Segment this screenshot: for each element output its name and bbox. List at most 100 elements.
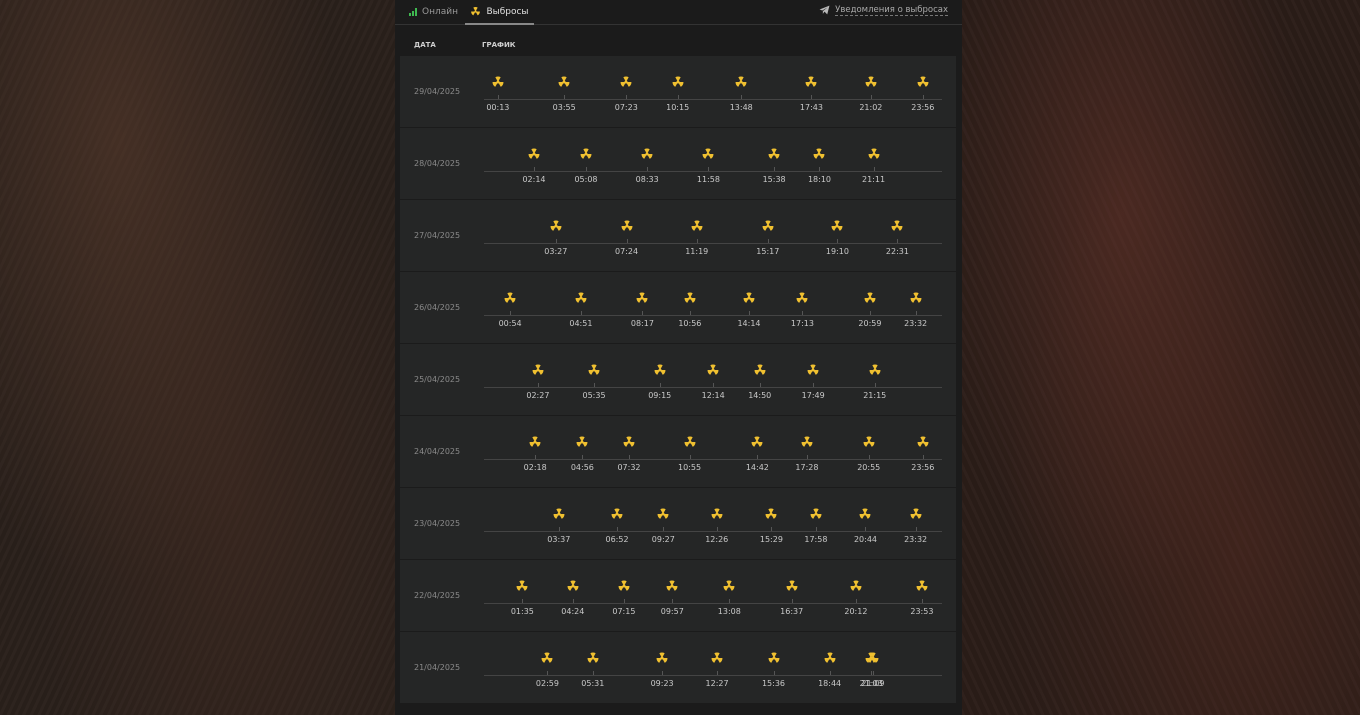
radiation-icon[interactable]	[753, 362, 767, 376]
radiation-icon[interactable]	[722, 578, 736, 592]
radiation-icon[interactable]	[909, 290, 923, 304]
notify-emissions-link[interactable]: Уведомления о выбросах	[819, 0, 948, 20]
radiation-icon[interactable]	[809, 506, 823, 520]
emission-time: 04:24	[561, 607, 585, 616]
emission-time: 04:56	[570, 463, 594, 472]
radiation-icon[interactable]	[586, 650, 600, 664]
radiation-icon[interactable]	[812, 146, 826, 160]
radiation-icon[interactable]	[849, 578, 863, 592]
radiation-icon[interactable]	[785, 578, 799, 592]
emission-time: 14:14	[737, 319, 761, 328]
radiation-icon[interactable]	[864, 650, 878, 664]
radiation-icon[interactable]	[916, 74, 930, 88]
radiation-icon[interactable]	[620, 218, 634, 232]
timeline-tick	[689, 311, 691, 315]
emission-time: 05:08	[574, 175, 598, 184]
radiation-icon[interactable]	[701, 146, 715, 160]
radiation-icon[interactable]	[767, 146, 781, 160]
radiation-icon[interactable]	[587, 362, 601, 376]
radiation-icon[interactable]	[916, 434, 930, 448]
radiation-icon[interactable]	[867, 146, 881, 160]
radiation-icon[interactable]	[531, 362, 545, 376]
radiation-icon[interactable]	[767, 650, 781, 664]
radiation-icon[interactable]	[665, 578, 679, 592]
radiation-icon[interactable]	[800, 434, 814, 448]
radiation-icon[interactable]	[909, 506, 923, 520]
radiation-icon[interactable]	[868, 362, 882, 376]
tab-online[interactable]: Онлайн	[409, 0, 458, 24]
timeline-tick	[922, 455, 924, 459]
tab-emissions[interactable]: Выбросы	[465, 0, 534, 25]
radiation-icon[interactable]	[862, 434, 876, 448]
emission-time: 17:13	[790, 319, 814, 328]
radiation-icon[interactable]	[761, 218, 775, 232]
radiation-icon[interactable]	[528, 434, 542, 448]
radiation-icon[interactable]	[706, 362, 720, 376]
radiation-icon[interactable]	[579, 146, 593, 160]
radiation-icon[interactable]	[690, 218, 704, 232]
radiation-icon[interactable]	[890, 218, 904, 232]
radiation-icon[interactable]	[915, 578, 929, 592]
radiation-icon[interactable]	[671, 74, 685, 88]
radiation-icon[interactable]	[823, 650, 837, 664]
emission-time: 23:56	[911, 463, 935, 472]
timeline-tick	[677, 95, 679, 99]
timeline-tick	[535, 455, 537, 459]
emission-time: 02:14	[522, 175, 546, 184]
timeline-tick	[897, 239, 899, 243]
radiation-icon[interactable]	[863, 290, 877, 304]
radiation-icon[interactable]	[804, 74, 818, 88]
radiation-icon[interactable]	[806, 362, 820, 376]
radiation-icon[interactable]	[710, 650, 724, 664]
timeline-tick	[642, 311, 644, 315]
radiation-icon[interactable]	[574, 290, 588, 304]
radiation-icon[interactable]	[683, 434, 697, 448]
radiation-icon[interactable]	[549, 218, 563, 232]
emission-time: 02:18	[523, 463, 547, 472]
radiation-icon[interactable]	[540, 650, 554, 664]
emission-time: 20:12	[844, 607, 868, 616]
timeline-tick	[696, 239, 698, 243]
radiation-icon[interactable]	[515, 578, 529, 592]
timeline-tick	[713, 383, 715, 387]
radiation-icon[interactable]	[635, 290, 649, 304]
radiation-icon[interactable]	[764, 506, 778, 520]
timeline-tick	[865, 527, 867, 531]
radiation-icon[interactable]	[566, 578, 580, 592]
radiation-icon[interactable]	[557, 74, 571, 88]
timeline-tick	[771, 527, 773, 531]
radiation-icon[interactable]	[503, 290, 517, 304]
timeline-tick	[672, 599, 674, 603]
timeline-track	[484, 531, 942, 532]
radiation-icon[interactable]	[619, 74, 633, 88]
radiation-icon[interactable]	[795, 290, 809, 304]
radiation-icon[interactable]	[640, 146, 654, 160]
radiation-icon[interactable]	[610, 506, 624, 520]
radiation-icon[interactable]	[734, 74, 748, 88]
radiation-icon[interactable]	[575, 434, 589, 448]
emission-time: 21:11	[862, 175, 886, 184]
timeline-tick	[869, 311, 871, 315]
radiation-icon[interactable]	[864, 74, 878, 88]
emissions-panel: Онлайн Выбросы Уведомления о выбросах ДА…	[395, 0, 962, 715]
emission-day-row: 21/04/2025 02:59 05:31 09:23 12:27 15:36 18:44…	[400, 632, 956, 703]
radiation-icon[interactable]	[750, 434, 764, 448]
radiation-icon[interactable]	[653, 362, 667, 376]
radiation-icon[interactable]	[858, 506, 872, 520]
emission-time: 03:37	[547, 535, 571, 544]
radiation-icon[interactable]	[655, 650, 669, 664]
radiation-icon[interactable]	[656, 506, 670, 520]
radiation-icon[interactable]	[527, 146, 541, 160]
radiation-icon[interactable]	[491, 74, 505, 88]
radiation-icon[interactable]	[622, 434, 636, 448]
radiation-icon[interactable]	[742, 290, 756, 304]
radiation-icon[interactable]	[830, 218, 844, 232]
timeline-tick	[806, 455, 808, 459]
radiation-icon[interactable]	[710, 506, 724, 520]
radiation-icon[interactable]	[552, 506, 566, 520]
timeline-track	[484, 459, 942, 460]
radiation-icon[interactable]	[683, 290, 697, 304]
emission-time: 16:37	[780, 607, 804, 616]
emission-time: 03:55	[552, 103, 576, 112]
radiation-icon[interactable]	[617, 578, 631, 592]
